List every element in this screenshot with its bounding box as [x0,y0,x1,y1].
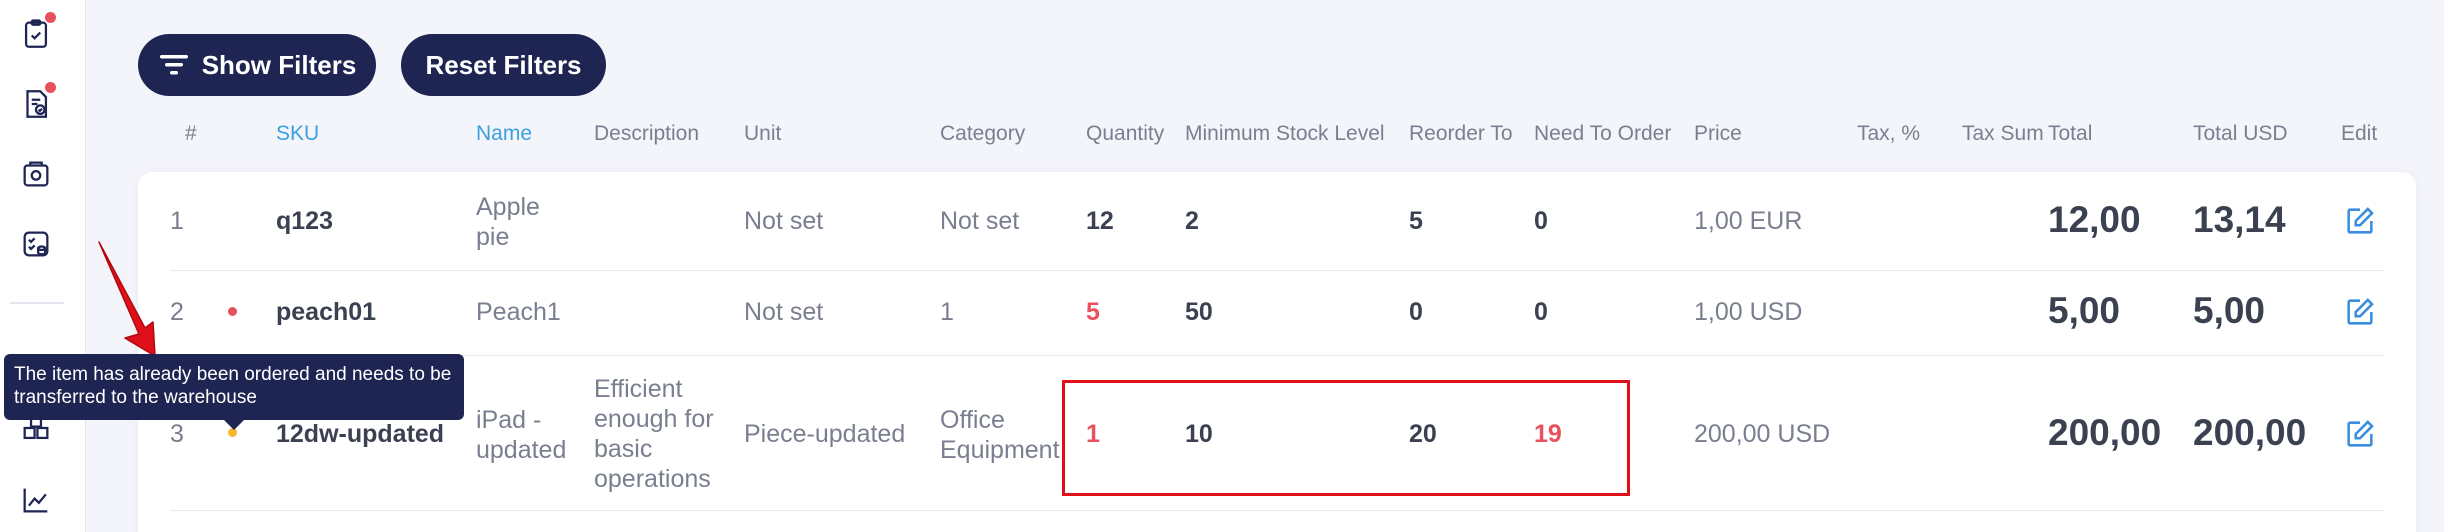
header-need-to-order: Need To Order [1534,122,1672,145]
notification-dot [45,82,56,93]
list-database-icon[interactable] [18,226,54,262]
status-tooltip: The item has already been ordered and ne… [4,354,464,420]
document-check-icon[interactable] [18,82,56,122]
row-min-stock: 50 [1185,298,1213,326]
row-quantity: 12 [1086,207,1114,235]
notification-dot [45,12,56,23]
row-divider [170,270,2384,271]
row-total-usd: 200,00 [2193,412,2307,453]
header-category: Category [940,122,1026,145]
clipboard-check-icon[interactable] [18,12,56,52]
reset-filters-label: Reset Filters [425,49,582,80]
header-min-stock: Minimum Stock Level [1185,122,1385,145]
row-sku: q123 [276,207,333,235]
header-sku[interactable]: SKU [276,122,319,146]
row-category: Office Equipment [940,406,1060,464]
row-price: 1,00 EUR [1694,207,1803,235]
header-name[interactable]: Name [476,122,532,146]
inventory-box-icon[interactable] [18,156,54,192]
row-total: 12,00 [2048,199,2141,240]
row-min-stock: 2 [1185,207,1199,235]
edit-icon[interactable] [2343,417,2377,451]
header-num: # [185,122,197,145]
header-reorder-to: Reorder To [1409,122,1513,145]
row-category: 1 [940,298,954,326]
header-total: Total [2048,122,2093,145]
row-total-usd: 5,00 [2193,290,2266,331]
header-quantity: Quantity [1086,122,1165,145]
row-price: 1,00 USD [1694,298,1803,326]
row-quantity: 5 [1086,298,1100,326]
header-total-usd: Total USD [2193,122,2288,145]
row-sku: peach01 [276,298,377,326]
header-unit: Unit [744,122,782,145]
row-price: 200,00 USD [1694,420,1831,448]
edit-icon[interactable] [2343,204,2377,238]
row-divider [170,355,2384,356]
sidebar-divider [10,302,64,304]
tooltip-arrow [224,420,244,430]
row-num: 2 [170,298,184,326]
sidebar [0,0,86,532]
row-need-to-order: 0 [1534,207,1548,235]
header-tax-sum: Tax Sum [1962,122,2044,145]
header-price: Price [1694,122,1742,145]
row-reorder-to: 5 [1409,207,1423,235]
row-sku: 12dw-updated [276,420,445,448]
annotation-arrow-icon [98,241,156,357]
row-name: Apple pie [476,193,540,251]
show-filters-button[interactable]: Show Filters [138,34,376,96]
row-unit: Not set [744,207,824,235]
edit-icon[interactable] [2343,295,2377,329]
row-total: 200,00 [2048,412,2162,453]
row-num: 3 [170,420,184,448]
header-description: Description [594,122,700,145]
row-need-to-order: 0 [1534,298,1548,326]
row-reorder-to: 0 [1409,298,1423,326]
row-unit: Piece-updated [744,420,906,448]
row-name: Peach1 [476,298,561,326]
header-edit: Edit [2341,122,2378,145]
row-num: 1 [170,207,184,235]
row-unit: Not set [744,298,824,326]
row-name: iPad - updated [476,406,567,464]
filter-icon [159,55,188,75]
header-tax: Tax, % [1857,122,1921,145]
row-total: 5,00 [2048,290,2121,331]
highlight-box [1062,380,1630,496]
show-filters-label: Show Filters [201,49,357,80]
row-category: Not set [940,207,1020,235]
row-description: Efficient enough for basic operations [594,375,714,493]
trending-chart-icon[interactable] [18,482,54,518]
row-divider [170,510,2384,511]
status-dot[interactable] [228,307,237,316]
reset-filters-button[interactable]: Reset Filters [401,34,606,96]
row-total-usd: 13,14 [2193,199,2286,240]
